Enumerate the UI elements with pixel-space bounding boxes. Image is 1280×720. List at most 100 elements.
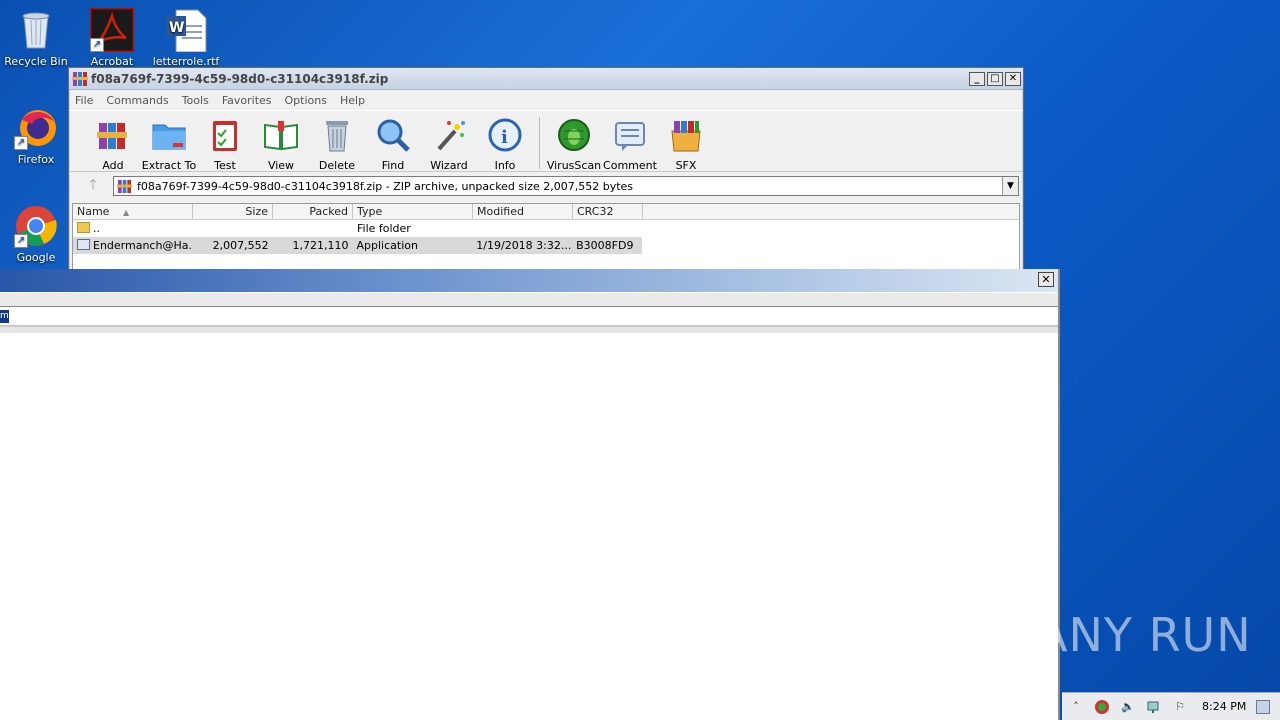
column-name[interactable]: Name ▲ [73, 204, 193, 219]
desktop-icon-firefox[interactable]: ↗ Firefox [0, 106, 72, 166]
word-document-icon: W [164, 8, 208, 53]
recycle-bin-icon [14, 8, 58, 52]
foreground-window: ✕ ml [0, 269, 1060, 720]
acrobat-icon: ↗ [88, 6, 136, 54]
watermark-text: ANY RUN [1036, 608, 1252, 662]
desktop-icon-label: Firefox [17, 153, 55, 166]
folder-extract-icon [152, 124, 186, 150]
shortcut-arrow-icon: ↗ [14, 136, 28, 150]
extract-to-label: Extract To [141, 159, 197, 172]
show-hidden-icons-icon[interactable]: ˄ [1068, 699, 1084, 715]
shortcut-arrow-icon: ↗ [14, 234, 28, 248]
view-label: View [267, 159, 295, 172]
archive-icon [117, 179, 132, 193]
column-packed[interactable]: Packed [273, 204, 353, 219]
winrar-window: f08a769f-7399-4c59-98d0-c31104c3918f.zip… [68, 67, 1024, 277]
wizard-label: Wizard [430, 159, 468, 172]
comment-label: Comment [603, 159, 657, 172]
find-button[interactable]: Find [365, 111, 421, 172]
folder-icon [77, 222, 90, 233]
clock[interactable]: 8:24 PM [1202, 700, 1246, 713]
menu-options[interactable]: Options [285, 94, 327, 107]
column-crc32[interactable]: CRC32 [573, 204, 643, 219]
address-text: f08a769f-7399-4c59-98d0-c31104c3918f.zip… [137, 179, 634, 193]
info-icon: i [488, 118, 522, 152]
address-field[interactable]: f08a769f-7399-4c59-98d0-c31104c3918f.zip… [113, 176, 1019, 196]
show-desktop-button[interactable] [1256, 699, 1271, 714]
table-row[interactable]: .. File folder [73, 220, 1019, 237]
network-icon[interactable] [1146, 699, 1162, 715]
list-header: Name ▲ Size Packed Type Modified CRC32 [73, 204, 1019, 220]
toolbar-separator [539, 117, 540, 169]
divider [0, 327, 1058, 333]
winrar-titlebar[interactable]: f08a769f-7399-4c59-98d0-c31104c3918f.zip… [69, 68, 1023, 90]
menu-help[interactable]: Help [340, 94, 365, 107]
virus-bug-icon [558, 119, 590, 151]
shortcut-arrow-icon: ↗ [90, 38, 104, 52]
window-title: f08a769f-7399-4c59-98d0-c31104c3918f.zip [91, 71, 389, 86]
minimize-button[interactable]: _ [969, 71, 985, 86]
table-row[interactable]: Endermanch@Ha... 2,007,552 1,721,110 App… [73, 237, 642, 254]
selected-text: ml [0, 310, 12, 323]
wizard-button[interactable]: Wizard [421, 111, 477, 172]
find-label: Find [381, 159, 405, 172]
menu-tools[interactable]: Tools [182, 94, 209, 107]
menu-bar: File Commands Tools Favorites Options He… [69, 90, 1023, 110]
winrar-app-icon [72, 71, 88, 86]
desktop-icon-label: Google [16, 251, 56, 264]
file-list: Name ▲ Size Packed Type Modified CRC32 .… [72, 203, 1020, 274]
comment-icon [615, 122, 645, 151]
desktop-icon-acrobat[interactable]: ↗ Acrobat [76, 6, 148, 68]
text-input-field[interactable]: ml [0, 307, 1058, 327]
close-button[interactable]: ✕ [1005, 71, 1021, 86]
virusscan-button[interactable]: VirusScan [546, 111, 602, 172]
maximize-button[interactable]: □ [987, 71, 1003, 86]
toolbar-band [0, 292, 1058, 307]
book-view-icon [264, 121, 298, 151]
toolbar: Add Extract To Test View Delete Find Wiz… [69, 110, 1023, 172]
chrome-icon: ↗ [14, 204, 58, 248]
desktop-icon-letterrole[interactable]: W letterrole.rtf [150, 8, 222, 68]
view-button[interactable]: View [253, 111, 309, 172]
volume-icon[interactable]: 🔈 [1120, 699, 1136, 715]
menu-file[interactable]: File [75, 94, 93, 107]
foreground-window-titlebar[interactable]: ✕ [0, 269, 1058, 292]
column-modified[interactable]: Modified [473, 204, 573, 219]
firefox-icon: ↗ [14, 106, 58, 150]
address-bar: 🡑 f08a769f-7399-4c59-98d0-c31104c3918f.z… [69, 172, 1023, 200]
column-size[interactable]: Size [193, 204, 273, 219]
svg-text:i: i [501, 127, 508, 148]
add-archive-icon [97, 123, 127, 149]
add-label: Add [102, 159, 124, 172]
desktop-icon-google-chrome[interactable]: ↗ Google [0, 204, 72, 264]
sfx-label: SFX [675, 159, 697, 172]
column-type[interactable]: Type [353, 204, 473, 219]
info-label: Info [494, 159, 516, 172]
delete-button[interactable]: Delete [309, 111, 365, 172]
test-button[interactable]: Test [197, 111, 253, 172]
action-center-flag-icon[interactable]: ⚐ [1172, 699, 1188, 715]
sfx-button[interactable]: SFX [658, 111, 714, 172]
anyrun-watermark: ANY RUN [1036, 608, 1252, 662]
info-button[interactable]: i Info [477, 111, 533, 172]
up-one-level-icon[interactable]: 🡑 [73, 174, 113, 198]
magic-wand-icon [437, 121, 465, 151]
desktop-icon-label: Recycle Bin [4, 55, 68, 68]
menu-favorites[interactable]: Favorites [222, 94, 272, 107]
trash-icon [326, 121, 348, 152]
delete-label: Delete [318, 159, 356, 172]
magnifier-icon [377, 119, 410, 152]
address-dropdown-icon[interactable]: ▼ [1002, 177, 1018, 195]
svg-text:W: W [169, 20, 184, 36]
close-button[interactable]: ✕ [1038, 272, 1054, 287]
menu-commands[interactable]: Commands [106, 94, 168, 107]
add-button[interactable]: Add [85, 111, 141, 172]
virusscan-label: VirusScan [546, 159, 602, 172]
system-tray: ˄ 🔈 ⚐ 8:24 PM [1062, 692, 1280, 720]
extract-to-button[interactable]: Extract To [141, 111, 197, 172]
test-label: Test [214, 159, 236, 172]
desktop-icon-recycle-bin[interactable]: Recycle Bin [0, 8, 72, 68]
application-icon [77, 239, 90, 250]
security-shield-icon[interactable] [1094, 699, 1110, 715]
comment-button[interactable]: Comment [602, 111, 658, 172]
